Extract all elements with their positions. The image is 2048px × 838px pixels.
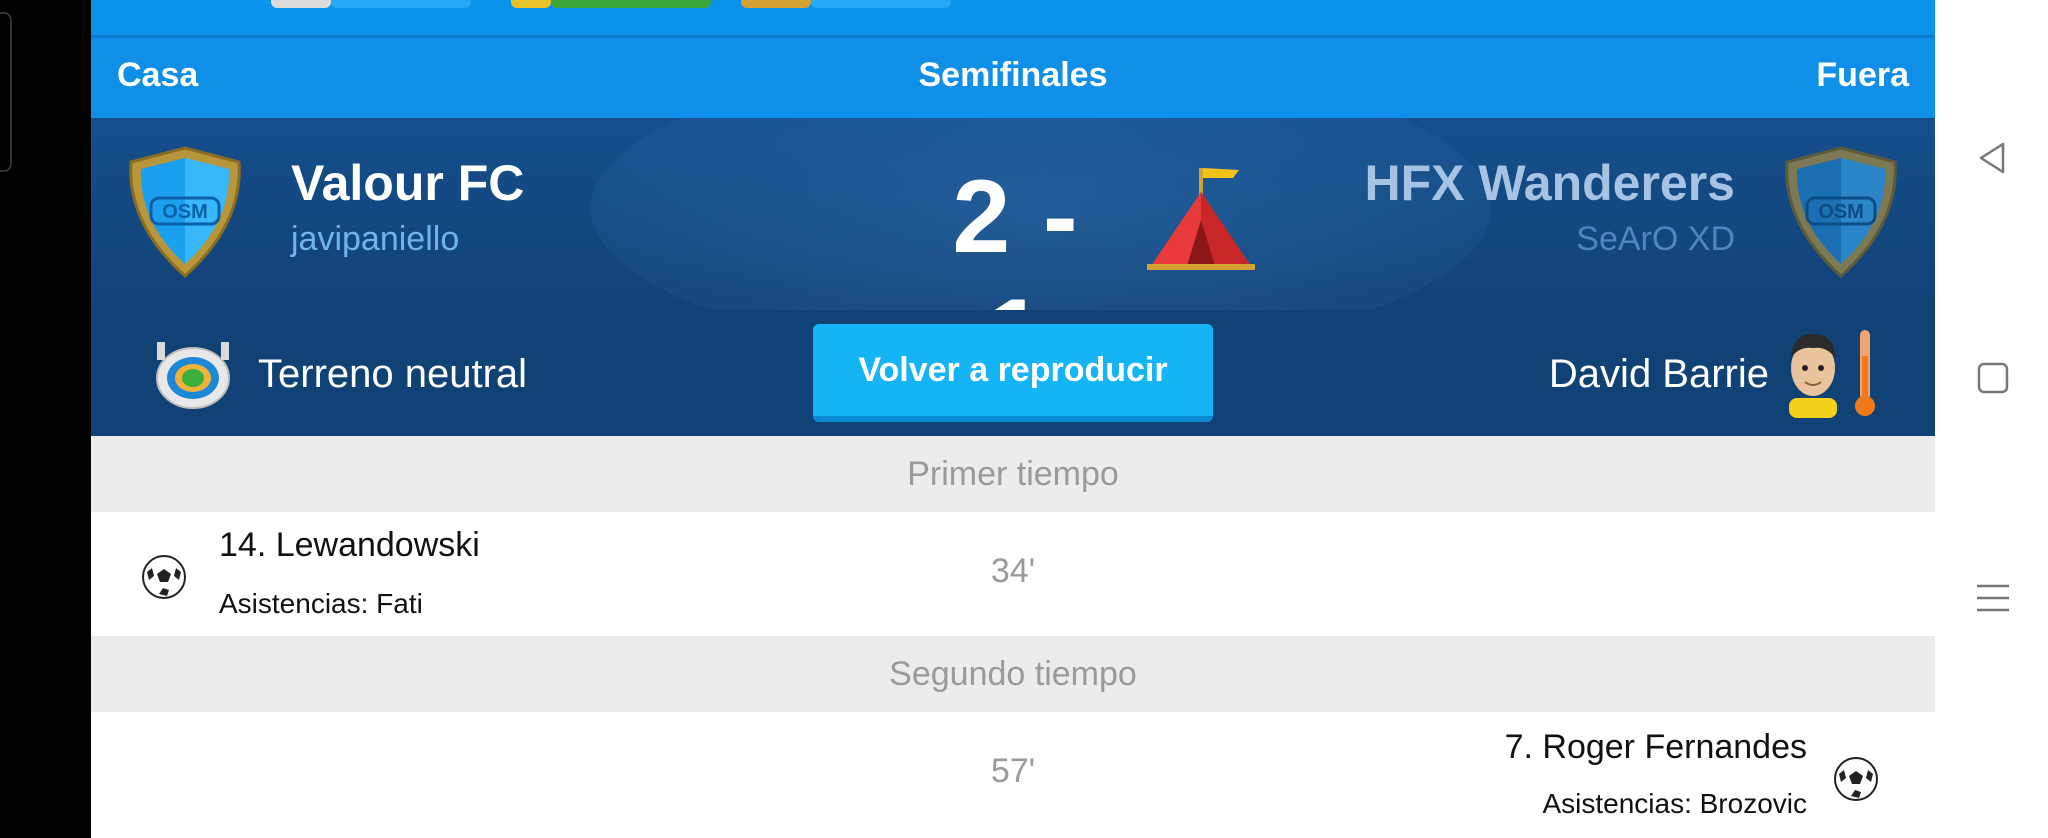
menu-tab-partial-1[interactable]: [331, 0, 471, 8]
match-info-row: Terreno neutral Volver a reproducir Davi…: [91, 310, 1935, 436]
away-manager-name[interactable]: SeArO XD: [1576, 220, 1735, 259]
period-header-first-half: Primer tiempo: [91, 436, 1935, 512]
system-navigation-bar: [1935, 0, 2048, 838]
away-crest-icon[interactable]: OSM: [1777, 144, 1905, 280]
flag-tent-icon: [1147, 168, 1255, 270]
home-manager-name[interactable]: javipaniello: [291, 220, 459, 259]
away-team-name[interactable]: HFX Wanderers: [1365, 154, 1735, 212]
away-label: Fuera: [1816, 56, 1909, 94]
goal-minute: 34': [990, 552, 1036, 590]
goal-assist: Asistencias: Fati: [219, 588, 423, 619]
scoreboard: OSM Valour FC javipaniello 2 - 1 HFX Wan…: [91, 118, 1935, 310]
round-title: Semifinales: [918, 56, 1108, 94]
goal-event-row[interactable]: 14. Lewandowski Asistencias: Fati 34': [91, 512, 1935, 636]
away-crest-text: OSM: [1818, 201, 1864, 223]
goal-scorer[interactable]: 7. Roger Fernandes: [1505, 728, 1807, 767]
soccer-ball-icon: [1834, 757, 1878, 801]
home-crest-icon[interactable]: OSM: [121, 144, 249, 280]
thermometer-icon: [1855, 330, 1875, 416]
home-team-name[interactable]: Valour FC: [291, 154, 524, 212]
menu-icon-partial-3[interactable]: [741, 0, 811, 8]
stadium-icon: [156, 342, 230, 409]
home-square-icon[interactable]: [1973, 358, 2013, 398]
referee-name[interactable]: David Barrie: [1549, 352, 1769, 397]
replay-button[interactable]: Volver a reproducir: [813, 324, 1213, 422]
menu-icon-partial-1[interactable]: [271, 0, 331, 8]
venue-label: Terreno neutral: [258, 352, 528, 396]
menu-icon[interactable]: [1973, 578, 2013, 618]
final-score: 2 - 1: [952, 159, 1080, 310]
goal-assist: Asistencias: Brozovic: [1542, 788, 1807, 819]
home-crest-text: OSM: [162, 201, 208, 223]
menu-icon-partial-2[interactable]: [511, 0, 551, 8]
back-icon[interactable]: [1973, 138, 2013, 178]
match-header: Casa Semifinales Fuera: [91, 38, 1935, 118]
goal-event-row[interactable]: 57' 7. Roger Fernandes Asistencias: Broz…: [91, 712, 1935, 838]
referee-avatar-icon[interactable]: [1781, 328, 1845, 418]
menu-tab-partial-3[interactable]: [811, 0, 951, 8]
top-menu-strip: [91, 0, 1935, 38]
device-left-bezel: [0, 0, 91, 838]
device-side-handle: [0, 12, 12, 172]
period-header-second-half: Segundo tiempo: [91, 636, 1935, 712]
match-report-screen: Casa Semifinales Fuera OSM Valour FC jav…: [91, 0, 1935, 838]
menu-tab-partial-2[interactable]: [551, 0, 711, 8]
